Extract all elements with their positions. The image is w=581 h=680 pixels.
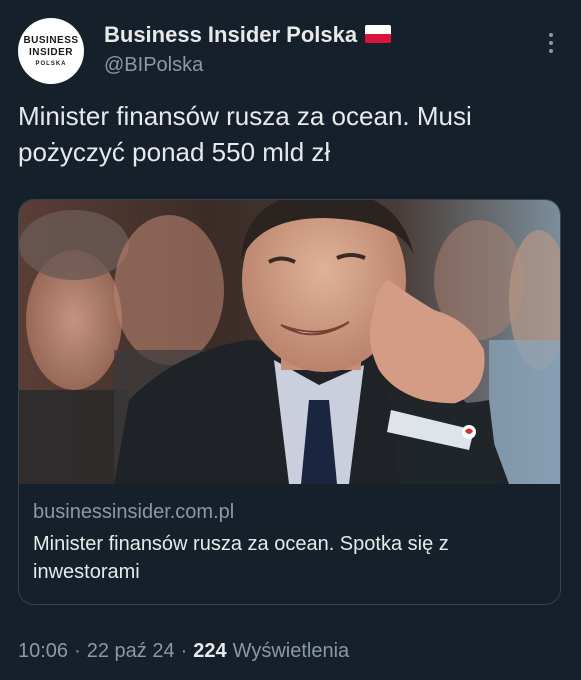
author-name-row[interactable]: Business Insider Polska [104,22,392,48]
tweet-footer: 10:06 · 22 paź 24 · 224 Wyświetlenia [18,640,349,663]
tweet-text: Minister finansów rusza za ocean. Musi p… [18,101,472,167]
separator-dot: · [180,640,188,662]
author-handle[interactable]: @BIPolska [104,54,203,77]
flag-poland-icon [365,25,392,43]
tweet-time[interactable]: 10:06 [18,640,68,663]
card-photo [19,200,560,484]
card-domain: businessinsider.com.pl [33,501,235,523]
views-count: 224 [193,640,227,662]
avatar-logo-line-2: INSIDER [28,46,74,58]
link-card[interactable]: businessinsider.com.pl Minister finansów… [18,199,561,605]
author-name[interactable]: Business Insider Polska [104,22,357,48]
scrollbar[interactable] [577,0,581,680]
card-title: Minister finansów rusza za ocean. Spotka… [33,533,449,583]
views-label: Wyświetlenia [232,640,350,662]
avatar-logo-line-3: POLSKA [35,60,67,67]
avatar-logo-line-1: BUSINESS [23,34,79,46]
card-image[interactable] [19,200,560,484]
card-meta[interactable]: businessinsider.com.pl Minister finansów… [19,484,560,604]
avatar[interactable]: BUSINESS INSIDER POLSKA [18,18,84,84]
tweet: BUSINESS INSIDER POLSKA Business Insider… [0,0,581,680]
tweet-date[interactable]: 22 paź 24 [87,640,175,663]
more-options-icon[interactable] [547,33,555,53]
separator-dot: · [74,640,81,662]
